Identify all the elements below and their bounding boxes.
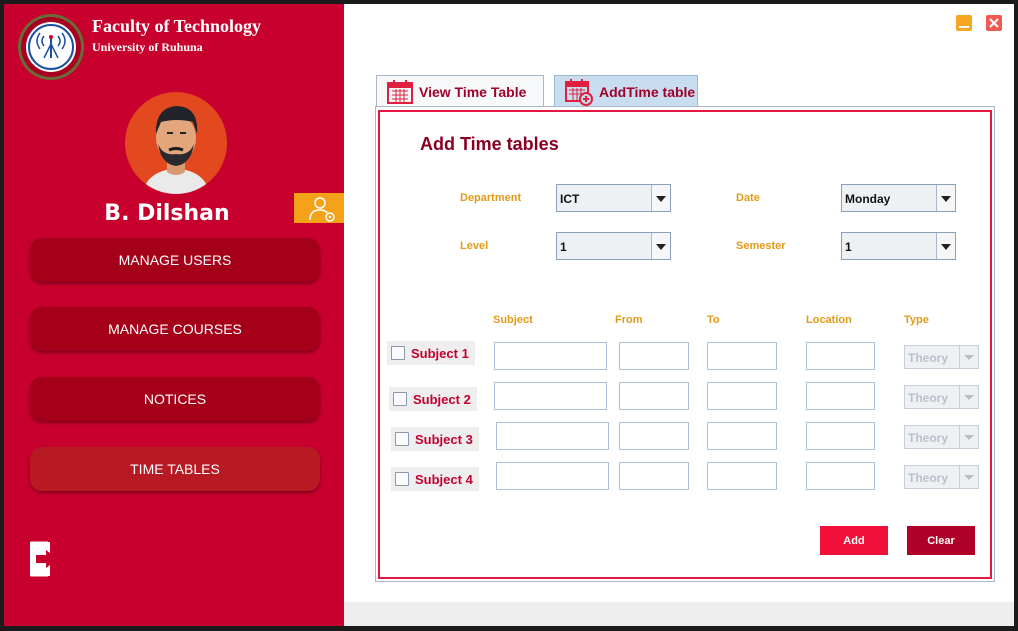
subject-4-type-value: Theory xyxy=(908,471,949,485)
close-icon xyxy=(989,18,999,28)
subject-4-label: Subject 4 xyxy=(415,471,473,487)
department-value: ICT xyxy=(560,192,580,206)
chevron-down-icon xyxy=(959,386,978,408)
subject-3-type-value: Theory xyxy=(908,431,949,445)
subject-2-from-input[interactable] xyxy=(619,382,689,410)
form-container: Add Time tables Department ICT Date Mond… xyxy=(378,110,992,579)
subject-1-location-input[interactable] xyxy=(806,342,875,370)
calendar-add-icon xyxy=(565,79,593,106)
subject-1-type-select[interactable]: Theory xyxy=(904,345,979,369)
status-strip xyxy=(344,602,1014,626)
subject-3-location-input[interactable] xyxy=(806,422,875,450)
subject-3-name-input[interactable] xyxy=(496,422,609,450)
close-button[interactable] xyxy=(986,15,1002,31)
app-window: Faculty of Technology University of Ruhu… xyxy=(4,4,1014,626)
subject-2-to-input[interactable] xyxy=(707,382,777,410)
checkbox-box xyxy=(395,472,409,486)
faculty-logo xyxy=(18,14,84,80)
tab-add-time-table-label: AddTime table xyxy=(599,84,696,100)
chevron-down-icon xyxy=(959,346,978,368)
subject-1-checkbox[interactable]: Subject 1 xyxy=(387,341,475,365)
level-value: 1 xyxy=(560,240,567,254)
subject-3-label: Subject 3 xyxy=(415,431,473,447)
tab-view-time-table[interactable]: View Time Table xyxy=(376,75,544,108)
subject-2-type-value: Theory xyxy=(908,391,949,405)
org-title: Faculty of Technology xyxy=(92,16,262,36)
logout-button[interactable] xyxy=(28,540,62,578)
subject-4-to-input[interactable] xyxy=(707,462,777,490)
checkbox-box xyxy=(395,432,409,446)
chevron-down-icon xyxy=(959,466,978,488)
page-title: Add Time tables xyxy=(420,134,559,154)
subject-1-from-input[interactable] xyxy=(619,342,689,370)
subject-1-type-value: Theory xyxy=(908,351,949,365)
subject-4-from-input[interactable] xyxy=(619,462,689,490)
column-header-subject: Subject xyxy=(493,314,533,326)
subject-3-to-input[interactable] xyxy=(707,422,777,450)
nav-time-tables-button[interactable]: TIME TABLES xyxy=(30,447,320,491)
column-header-type: Type xyxy=(904,314,929,326)
department-select[interactable]: ICT xyxy=(556,184,671,212)
semester-select[interactable]: 1 xyxy=(841,232,956,260)
subject-3-checkbox[interactable]: Subject 3 xyxy=(391,427,479,451)
tab-view-time-table-label: View Time Table xyxy=(419,84,527,100)
user-name: B. Dilshan xyxy=(104,201,230,226)
subject-2-checkbox[interactable]: Subject 2 xyxy=(389,387,477,411)
checkbox-box xyxy=(391,346,405,360)
add-time-table-panel: Add Time tables Department ICT Date Mond… xyxy=(375,106,995,582)
chevron-down-icon xyxy=(651,185,670,211)
chevron-down-icon xyxy=(936,233,955,259)
add-button[interactable]: Add xyxy=(820,526,888,555)
sidebar: Faculty of Technology University of Ruhu… xyxy=(4,4,344,626)
chevron-down-icon xyxy=(936,185,955,211)
subject-1-name-input[interactable] xyxy=(494,342,607,370)
level-select[interactable]: 1 xyxy=(556,232,671,260)
subject-3-from-input[interactable] xyxy=(619,422,689,450)
column-header-to: To xyxy=(707,314,720,326)
tab-add-time-table[interactable]: AddTime table xyxy=(554,75,698,108)
department-label: Department xyxy=(460,192,522,204)
subject-2-name-input[interactable] xyxy=(494,382,607,410)
subject-3-type-select[interactable]: Theory xyxy=(904,425,979,449)
chevron-down-icon xyxy=(651,233,670,259)
nav-manage-courses-button[interactable]: MANAGE COURSES xyxy=(30,307,320,351)
user-gear-icon xyxy=(309,197,335,222)
column-header-location: Location xyxy=(806,314,852,326)
calendar-icon xyxy=(387,80,413,104)
logout-icon xyxy=(30,541,58,577)
checkbox-box xyxy=(393,392,407,406)
subject-2-label: Subject 2 xyxy=(413,391,471,407)
main-content: View Time Table AddTime table Add Time t… xyxy=(344,4,1014,626)
minimize-button[interactable] xyxy=(956,15,972,31)
chevron-down-icon xyxy=(959,426,978,448)
date-select[interactable]: Monday xyxy=(841,184,956,212)
subject-4-checkbox[interactable]: Subject 4 xyxy=(391,467,479,491)
column-header-from: From xyxy=(615,314,643,326)
date-label: Date xyxy=(736,192,760,204)
semester-value: 1 xyxy=(845,240,852,254)
nav-manage-users-button[interactable]: MANAGE USERS xyxy=(30,238,320,282)
subject-4-type-select[interactable]: Theory xyxy=(904,465,979,489)
date-value: Monday xyxy=(845,192,891,206)
subject-2-type-select[interactable]: Theory xyxy=(904,385,979,409)
level-label: Level xyxy=(460,240,489,252)
subject-4-location-input[interactable] xyxy=(806,462,875,490)
subject-4-name-input[interactable] xyxy=(496,462,609,490)
nav-notices-button[interactable]: NOTICES xyxy=(30,377,320,421)
minimize-icon xyxy=(959,26,969,28)
org-subtitle: University of Ruhuna xyxy=(92,40,203,54)
semester-label: Semester xyxy=(736,240,786,252)
subject-2-location-input[interactable] xyxy=(806,382,875,410)
avatar xyxy=(125,92,227,194)
subject-1-to-input[interactable] xyxy=(707,342,777,370)
subject-1-label: Subject 1 xyxy=(411,345,469,361)
profile-settings-button[interactable] xyxy=(294,193,344,223)
clear-button[interactable]: Clear xyxy=(907,526,975,555)
